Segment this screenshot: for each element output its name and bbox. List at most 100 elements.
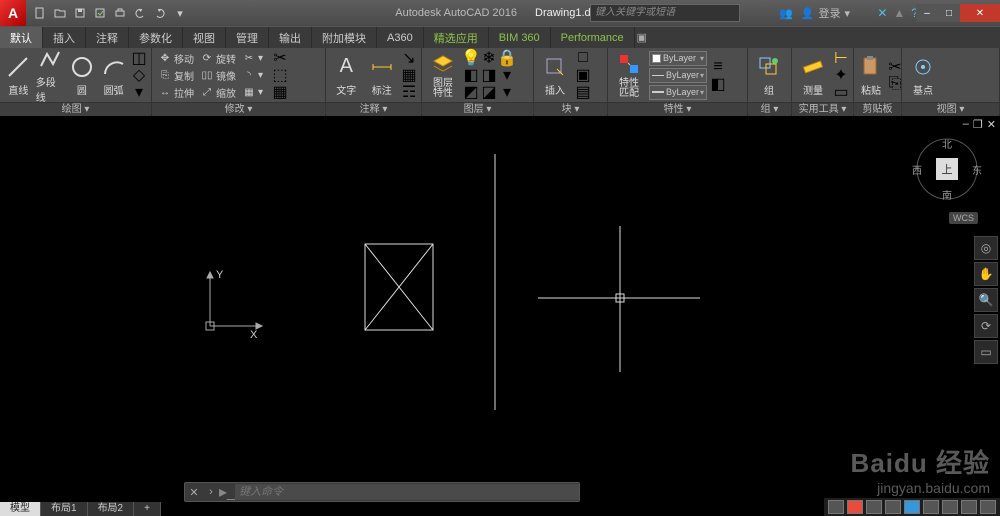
layer-misc-icon[interactable]: ◩ [463,84,479,100]
command-line[interactable]: ✕ › ▸_ [184,482,580,502]
command-input[interactable] [235,484,579,500]
exchange-icon[interactable]: ✕ [877,6,887,20]
paste-button[interactable]: 粘贴 [858,50,884,100]
qat-save-icon[interactable] [72,5,88,21]
modify-extra-icon[interactable]: ⬚ [272,67,288,83]
panel-block-title[interactable]: 块 ▾ [534,102,607,116]
block-create-icon[interactable]: □ [575,50,591,66]
panel-clip-title[interactable]: 剪贴板 [854,102,901,116]
sign-in-button[interactable]: 👤 登录 ▾ [801,5,850,21]
modify-trim-button[interactable]: ✂▾ [240,50,265,66]
wcs-badge[interactable]: WCS [949,212,978,224]
qat-saveas-icon[interactable] [92,5,108,21]
insert-block-button[interactable]: 插入 [538,50,572,100]
modify-scale-button[interactable]: ⤢缩放 [198,84,238,100]
layer-misc-icon[interactable]: ▾ [499,84,515,100]
util-point-icon[interactable]: ✦ [833,67,849,83]
modify-extra-icon[interactable]: ✂ [272,50,288,66]
panel-draw-title[interactable]: 绘图 ▾ [0,102,151,116]
status-toggle[interactable] [980,500,996,514]
window-close-button[interactable]: ✕ [960,4,1000,22]
draw-0-button[interactable]: 直线 [4,50,33,100]
modify-rotate-button[interactable]: ⟳旋转 [198,50,238,66]
ribbon-tab-0[interactable]: 默认 [0,27,43,48]
layout-tab-0[interactable]: 模型 [0,502,41,516]
qat-redo-icon[interactable] [152,5,168,21]
mtext-icon[interactable]: ☶ [401,84,417,100]
draw-extra-icon[interactable]: ▾ [131,84,147,100]
color-combo[interactable]: ByLayer▾ [649,51,707,66]
ribbon-tab-6[interactable]: 输出 [269,27,312,48]
nav-orbit-icon[interactable]: ⟳ [974,314,998,338]
search-input[interactable]: 键入关键字或短语 [590,4,740,22]
util-dim-icon[interactable]: ⊢ [833,50,849,66]
qat-dropdown-icon[interactable]: ▾ [172,5,188,21]
measure-button[interactable]: 测量 [796,50,830,100]
layer-iso-icon[interactable]: ◨ [481,67,497,83]
layout-tab-3[interactable]: + [134,502,161,516]
status-toggle[interactable] [942,500,958,514]
draw-3-button[interactable]: 圆弧 [99,50,128,100]
view-cube[interactable]: 北 南 东 西 上 [912,134,982,204]
qat-undo-icon[interactable] [132,5,148,21]
panel-modify-title[interactable]: 修改 ▾ [152,102,325,116]
panel-props-title[interactable]: 特性 ▾ [608,102,747,116]
qat-print-icon[interactable] [112,5,128,21]
status-toggle[interactable] [961,500,977,514]
ribbon-tab-8[interactable]: A360 [377,27,424,48]
status-toggle[interactable] [847,500,863,514]
status-toggle[interactable] [923,500,939,514]
nav-wheel-icon[interactable]: ◎ [974,236,998,260]
window-minimize-button[interactable]: – [916,4,938,22]
modify-mirror-button[interactable]: ▯▯镜像 [198,67,238,83]
props-list-icon[interactable]: ≡ [710,59,726,75]
status-toggle[interactable] [828,500,844,514]
ribbon-tab-9[interactable]: 精选应用 [424,27,489,48]
layer-lock-icon[interactable]: 🔒 [499,50,515,66]
layer-state-icon[interactable]: 💡 [463,50,479,66]
layer-match-icon[interactable]: ▾ [499,67,515,83]
panel-layers-title[interactable]: 图层 ▾ [422,102,533,116]
draw-extra-icon[interactable]: ◇ [131,67,147,83]
viewcube-e[interactable]: 东 [972,162,982,177]
panel-group-title[interactable]: 组 ▾ [748,102,791,116]
doc-restore-button[interactable]: ❐ [973,118,983,131]
modify-fillet-button[interactable]: ◝▾ [240,67,265,83]
nav-pan-icon[interactable]: ✋ [974,262,998,286]
ribbon-tab-2[interactable]: 注释 [86,27,129,48]
linetype-combo[interactable]: ByLayer▾ [649,85,707,100]
layout-tab-2[interactable]: 布局2 [88,502,135,516]
text-button[interactable]: A文字 [330,50,363,100]
match-properties-button[interactable]: 特性 匹配 [612,50,646,100]
ribbon-minimize-icon[interactable]: ▣ [635,27,649,48]
draw-1-button[interactable]: 多段线 [36,50,65,100]
layer-misc-icon[interactable]: ◪ [481,84,497,100]
copy-clip-icon[interactable]: ⎘ [887,76,903,92]
ribbon-tab-3[interactable]: 参数化 [129,27,183,48]
layout-tab-1[interactable]: 布局1 [41,502,88,516]
modify-copy-button[interactable]: ⎘复制 [156,67,196,83]
draw-2-button[interactable]: 圆 [68,50,97,100]
layer-properties-button[interactable]: 图层 特性 [426,50,460,100]
panel-annotate-title[interactable]: 注释 ▾ [326,102,421,116]
table-icon[interactable]: ▦ [401,67,417,83]
group-button[interactable]: 组 [752,50,786,100]
doc-close-button[interactable]: ✕ [987,118,996,131]
status-toggle[interactable] [885,500,901,514]
ribbon-tab-7[interactable]: 附加模块 [312,27,377,48]
autodesk-360-icon[interactable]: ▲ [893,6,905,20]
util-select-icon[interactable]: ▭ [833,84,849,100]
nav-showmotion-icon[interactable]: ▭ [974,340,998,364]
modify-stretch-button[interactable]: ↔拉伸 [156,84,196,100]
window-maximize-button[interactable]: □ [938,4,960,22]
draw-extra-icon[interactable]: ◫ [131,50,147,66]
status-toggle[interactable] [866,500,882,514]
layer-color-icon[interactable]: ◧ [463,67,479,83]
block-edit-icon[interactable]: ▣ [575,67,591,83]
ribbon-tab-1[interactable]: 插入 [43,27,86,48]
basepoint-button[interactable]: 基点 [906,50,940,100]
qat-new-icon[interactable] [32,5,48,21]
modify-array-button[interactable]: ▦▾ [240,84,265,100]
lineweight-combo[interactable]: ByLayer▾ [649,68,707,83]
modify-extra-icon[interactable]: ▦ [272,84,288,100]
